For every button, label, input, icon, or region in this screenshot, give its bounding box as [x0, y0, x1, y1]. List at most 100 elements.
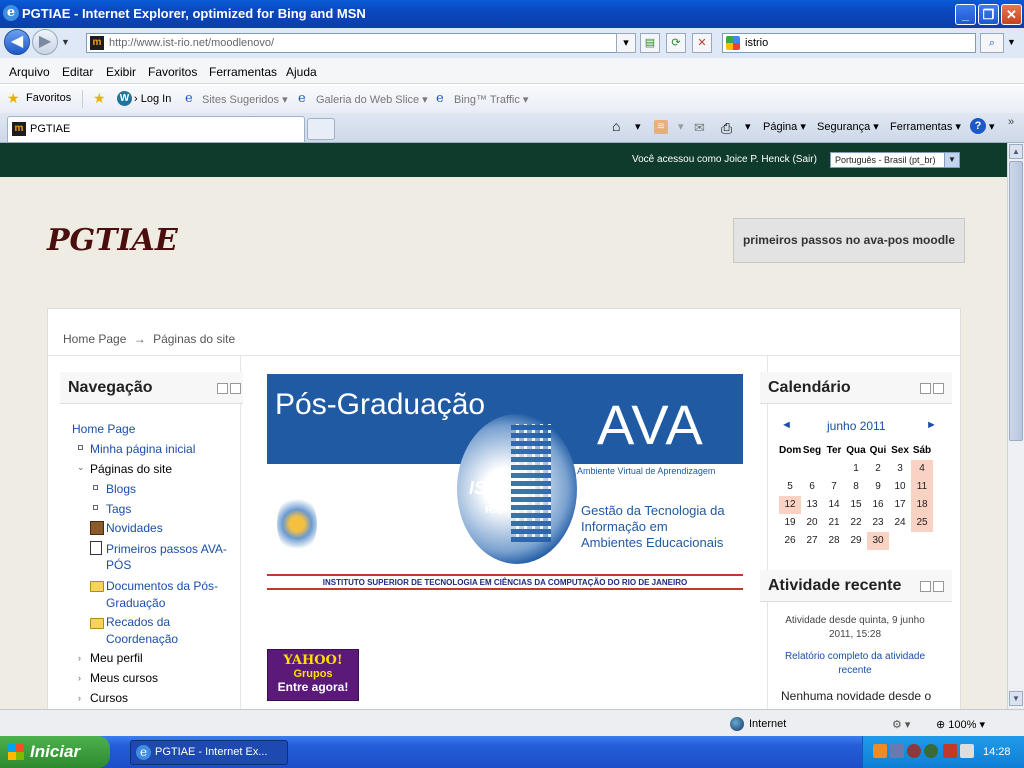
tab-pgtiae[interactable]: m PGTIAE: [7, 116, 305, 142]
chevron-down-icon[interactable]: ⌄: [77, 462, 85, 473]
maximize-button[interactable]: ❐: [978, 4, 999, 25]
calendar-day[interactable]: 14: [823, 496, 845, 514]
adobe-icon[interactable]: [943, 744, 957, 758]
block-dock-icon[interactable]: [230, 383, 241, 394]
calendar-day[interactable]: 21: [823, 514, 845, 532]
antivirus-icon[interactable]: [907, 744, 921, 758]
page-menu[interactable]: Página ▾: [763, 120, 806, 133]
taskbar-item-ie[interactable]: e PGTIAE - Internet Ex...: [130, 740, 288, 765]
menu-exibir[interactable]: Exibir: [106, 65, 136, 79]
home-dropdown-icon[interactable]: ▾: [635, 120, 641, 133]
calendar-day[interactable]: 7: [823, 478, 845, 496]
calendar-day[interactable]: 5: [779, 478, 801, 496]
nav-notes[interactable]: Recados da Coordenação: [106, 614, 236, 648]
web-slice-gallery-button[interactable]: Galeria do Web Slice ▾: [316, 93, 428, 106]
nav-home-page[interactable]: Home Page: [72, 422, 135, 436]
nav-profile[interactable]: Meu perfil: [90, 651, 143, 665]
mail-icon[interactable]: ✉: [694, 120, 705, 136]
calendar-day[interactable]: 8: [845, 478, 867, 496]
chevron-right-icon[interactable]: ›: [78, 673, 81, 683]
print-dropdown-icon[interactable]: ▾: [745, 120, 751, 133]
compatibility-view-icon[interactable]: ▤: [640, 33, 660, 53]
calendar-day[interactable]: 26: [779, 532, 801, 550]
calendar-day[interactable]: 30: [867, 532, 889, 550]
search-options-dropdown-icon[interactable]: ▼: [1007, 37, 1016, 47]
first-steps-header-button[interactable]: primeiros passos no ava-pos moodle: [733, 218, 965, 263]
block-hide-icon[interactable]: [217, 383, 228, 394]
breadcrumb-current[interactable]: Páginas do site: [153, 332, 235, 346]
nav-news[interactable]: Novidades: [106, 521, 163, 535]
menu-ferramentas[interactable]: Ferramentas: [209, 65, 277, 79]
calendar-day[interactable]: 2: [867, 460, 889, 478]
scrollbar-thumb[interactable]: [1009, 161, 1023, 441]
feed-dropdown-icon[interactable]: ▾: [678, 120, 684, 133]
start-button[interactable]: Iniciar: [0, 736, 110, 768]
calendar-day[interactable]: 25: [911, 514, 933, 532]
close-button[interactable]: ✕: [1001, 4, 1022, 25]
volume-icon[interactable]: [960, 744, 974, 758]
help-dropdown-icon[interactable]: ▾: [989, 120, 995, 133]
security-menu[interactable]: Segurança ▾: [817, 120, 879, 133]
menu-arquivo[interactable]: Arquivo: [9, 65, 50, 79]
block-hide-icon[interactable]: [920, 383, 931, 394]
calendar-day[interactable]: 17: [889, 496, 911, 514]
vertical-scrollbar[interactable]: ▲ ▼: [1007, 143, 1024, 709]
forward-button[interactable]: ▶: [32, 29, 58, 55]
calendar-day[interactable]: 12: [779, 496, 801, 514]
calendar-day[interactable]: 29: [845, 532, 867, 550]
calendar-day[interactable]: 23: [867, 514, 889, 532]
minimize-button[interactable]: _: [955, 4, 976, 25]
calendar-month[interactable]: junho 2011: [827, 419, 886, 433]
nav-documents[interactable]: Documentos da Pós-Graduação: [106, 578, 236, 612]
nav-courses[interactable]: Cursos: [90, 691, 128, 705]
suggested-sites-button[interactable]: Sites Sugeridos ▾: [202, 93, 288, 106]
yahoo-groups-button[interactable]: YAHOO! Grupos Entre agora!: [267, 649, 359, 701]
calendar-day[interactable]: 9: [867, 478, 889, 496]
stop-icon[interactable]: ✕: [692, 33, 712, 53]
more-commands-icon[interactable]: »: [1008, 116, 1014, 128]
calendar-day[interactable]: 16: [867, 496, 889, 514]
nav-my-home[interactable]: Minha página inicial: [90, 442, 195, 456]
calendar-day[interactable]: 13: [801, 496, 823, 514]
history-dropdown-icon[interactable]: ▼: [61, 37, 70, 47]
refresh-icon[interactable]: ⟳: [666, 33, 686, 53]
calendar-day[interactable]: 15: [845, 496, 867, 514]
calendar-day[interactable]: 18: [911, 496, 933, 514]
calendar-day[interactable]: 27: [801, 532, 823, 550]
language-select[interactable]: Português - Brasil (pt_br) ▼: [830, 152, 960, 168]
chevron-right-icon[interactable]: ›: [78, 653, 81, 663]
calendar-day[interactable]: 4: [911, 460, 933, 478]
block-dock-icon[interactable]: [933, 581, 944, 592]
home-icon[interactable]: ⌂: [612, 118, 620, 134]
bing-traffic-button[interactable]: Bing™ Traffic ▾: [454, 93, 528, 106]
scroll-down-icon[interactable]: ▼: [1009, 691, 1023, 706]
calendar-day[interactable]: 6: [801, 478, 823, 496]
address-input[interactable]: m http://www.ist-rio.net/moodlenovo/: [86, 33, 634, 53]
add-favorite-icon[interactable]: ★: [93, 90, 106, 107]
tray-app-icon[interactable]: [873, 744, 887, 758]
back-button[interactable]: ◀: [4, 29, 30, 55]
calendar-day[interactable]: 11: [911, 478, 933, 496]
block-dock-icon[interactable]: [933, 383, 944, 394]
nav-first-steps[interactable]: Primeiros passos AVA-PÓS: [106, 541, 236, 573]
favorites-button[interactable]: Favoritos: [26, 92, 71, 104]
calendar-day[interactable]: 10: [889, 478, 911, 496]
nav-blogs[interactable]: Blogs: [106, 482, 136, 496]
calendar-prev-icon[interactable]: ◄: [781, 419, 792, 431]
nav-my-courses[interactable]: Meus cursos: [90, 671, 158, 685]
calendar-day[interactable]: 1: [845, 460, 867, 478]
rss-feed-icon[interactable]: ≋: [654, 120, 668, 134]
menu-favoritos[interactable]: Favoritos: [148, 65, 197, 79]
menu-editar[interactable]: Editar: [62, 65, 93, 79]
favbar-login-link[interactable]: › Log In: [134, 93, 171, 105]
new-tab-button[interactable]: [307, 118, 335, 140]
calendar-next-icon[interactable]: ►: [926, 419, 937, 431]
help-icon[interactable]: ?: [970, 118, 986, 134]
nav-site-pages[interactable]: Páginas do site: [90, 462, 172, 476]
chevron-right-icon[interactable]: ›: [78, 693, 81, 703]
nav-tags[interactable]: Tags: [106, 502, 131, 516]
print-icon[interactable]: ⎙: [721, 120, 732, 137]
calendar-day[interactable]: 20: [801, 514, 823, 532]
logged-in-info[interactable]: Você acessou como Joice P. Henck (Sair): [632, 154, 817, 165]
block-hide-icon[interactable]: [920, 581, 931, 592]
